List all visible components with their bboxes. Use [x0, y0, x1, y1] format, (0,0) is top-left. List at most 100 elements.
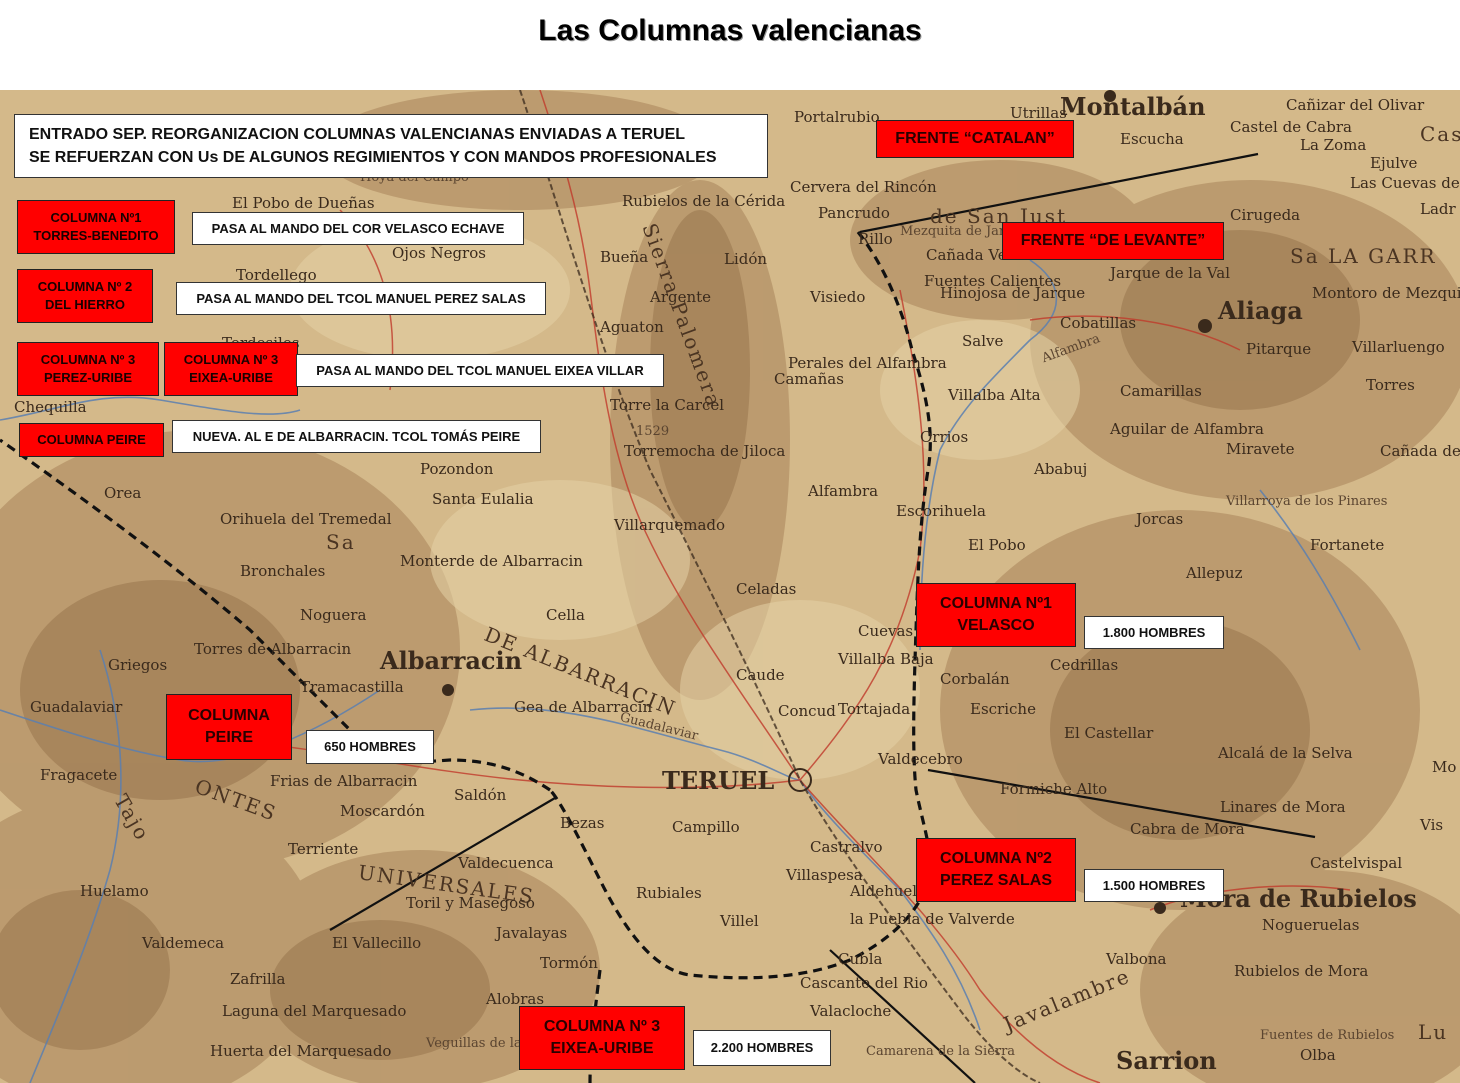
- label-fuentes-rubielos: Fuentes de Rubielos: [1260, 1028, 1395, 1043]
- column-2-perez-salas: COLUMNA Nº2 PEREZ SALAS: [916, 838, 1076, 902]
- label-linares: Linares de Mora: [1220, 798, 1346, 816]
- label-torremocha: Torremocha de Jiloca: [624, 442, 786, 460]
- column-2-perez-salas-title: COLUMNA Nº2: [940, 850, 1052, 868]
- label-buena: Bueña: [600, 248, 649, 266]
- label-mo: Mo: [1432, 758, 1457, 776]
- column-peire-name: PEIRE: [204, 729, 253, 746]
- label-tramacastilla: Tramacastilla: [300, 678, 404, 696]
- label-vis: Vis: [1420, 816, 1444, 834]
- label-castralvo: Castralvo: [810, 838, 883, 856]
- label-cascante: Cascante del Rio: [800, 974, 928, 992]
- header-note-line1: ENTRADO SEP. REORGANIZACION COLUMNAS VAL…: [29, 126, 686, 143]
- label-sierra-sector: Sa: [326, 530, 356, 554]
- label-olba: Olba: [1300, 1046, 1336, 1064]
- label-lidon: Lidón: [724, 250, 768, 268]
- column-3-men: 2.200 HOMBRES: [693, 1030, 831, 1066]
- label-griegos: Griegos: [108, 656, 168, 674]
- label-alcala: Alcalá de la Selva: [1218, 744, 1353, 762]
- label-allepuz: Allepuz: [1186, 564, 1243, 582]
- legend-column-peire-note: NUEVA. AL E DE ALBARRACIN. TCOL TOMÁS PE…: [172, 420, 541, 453]
- label-camarillas: Camarillas: [1120, 382, 1202, 400]
- column-peire-men: 650 HOMBRES: [306, 730, 434, 764]
- label-aguilar: Aguilar de Alfambra: [1110, 420, 1264, 438]
- label-castel-cabra: Castel de Cabra: [1230, 118, 1352, 136]
- label-ejulve: Ejulve: [1370, 154, 1418, 172]
- label-ladr: Ladr: [1420, 200, 1456, 218]
- label-valdecebro: Valdecebro: [878, 750, 963, 768]
- label-sarrion: Sarrion: [1116, 1046, 1217, 1075]
- label-alfambra: Alfambra: [808, 482, 879, 500]
- label-cabra: Cabra de Mora: [1130, 820, 1245, 838]
- label-monterde: Monterde de Albarracin: [400, 552, 583, 570]
- label-cervera: Cervera del Rincón: [790, 178, 937, 196]
- label-la-zoma: La Zoma: [1300, 136, 1367, 154]
- label-aguaton: Aguaton: [600, 318, 664, 336]
- page-title: Las Columnas valencianas: [538, 14, 922, 47]
- label-zafrilla: Zafrilla: [230, 970, 286, 988]
- label-orea: Orea: [104, 484, 142, 502]
- label-lu: Lu: [1418, 1020, 1449, 1044]
- legend-column-2-title: COLUMNA Nº 2: [37, 279, 133, 295]
- label-cedrillas: Cedrillas: [1050, 656, 1119, 674]
- legend-column-3-perez-uribe: COLUMNA Nº 3 PEREZ-URIBE: [17, 342, 159, 396]
- label-bezas: Bezas: [560, 814, 605, 832]
- label-toril: Toril y Masegoso: [406, 894, 535, 912]
- label-cas: Cas: [1420, 122, 1460, 146]
- label-fuentes-calientes: Fuentes Calientes: [924, 272, 1062, 290]
- label-chequilla: Chequilla: [14, 398, 87, 416]
- label-torre-carpel: Torre la Carcel: [610, 396, 725, 414]
- legend-column-3-eixea-uribe: COLUMNA Nº 3 EIXEA-URIBE: [164, 342, 298, 396]
- column-1-velasco-title: COLUMNA Nº1: [940, 595, 1052, 613]
- label-rubielos-cerida: Rubielos de la Cérida: [622, 192, 786, 210]
- label-ojos-negros: Ojos Negros: [392, 244, 486, 262]
- label-canada: Cañada de Benatanduz: [1380, 442, 1460, 460]
- label-escorihuela: Escorihuela: [896, 502, 986, 520]
- label-el-pobo-duenas: El Pobo de Dueñas: [232, 194, 375, 212]
- label-orihuela: Orihuela del Tremedal: [220, 510, 392, 528]
- legend-column-3-note: PASA AL MANDO DEL TCOL MANUEL EIXEA VILL…: [296, 354, 664, 387]
- legend-column-1: COLUMNA Nº1 TORRES-BENEDITO: [17, 200, 175, 254]
- label-fragacete: Fragacete: [40, 766, 118, 784]
- label-campillo: Campillo: [672, 818, 740, 836]
- label-cuevas: Cuevas: [858, 622, 914, 640]
- label-pancrudo: Pancrudo: [818, 204, 890, 222]
- label-noguera: Noguera: [300, 606, 367, 624]
- column-1-velasco: COLUMNA Nº1 VELASCO: [916, 583, 1076, 647]
- label-teruel: TERUEL: [662, 766, 775, 795]
- label-visiedo: Visiedo: [810, 288, 866, 306]
- label-el-pobo: El Pobo: [968, 536, 1026, 554]
- label-villalba-baja: Villalba Baja: [838, 650, 934, 668]
- column-1-velasco-name: VELASCO: [957, 617, 1035, 634]
- legend-column-3b-title: COLUMNA Nº 3: [183, 352, 279, 368]
- header-note-line2: SE REFUERZAN CON Us DE ALGUNOS REGIMIENT…: [29, 149, 717, 167]
- label-moscardon: Moscardón: [340, 802, 425, 820]
- legend-column-1-title: COLUMNA Nº1: [50, 210, 142, 226]
- label-monte-mezquita: Montoro de Mezquita: [1312, 284, 1460, 302]
- legend-column-3a-name: PEREZ-URIBE: [43, 370, 133, 385]
- front-catalan: FRENTE “CATALAN”: [876, 120, 1074, 158]
- label-jorcas: Jorcas: [1136, 510, 1184, 528]
- legend-column-2-note: PASA AL MANDO DEL TCOL MANUEL PEREZ SALA…: [176, 282, 546, 315]
- label-formiche: Formiche Alto: [1000, 780, 1108, 798]
- column-3-eixea-title: COLUMNA Nº 3: [543, 1018, 661, 1036]
- label-corbalan: Corbalán: [940, 670, 1010, 688]
- label-valacloche: Valacloche: [810, 1002, 892, 1020]
- label-valbona: Valbona: [1106, 950, 1167, 968]
- header-note: ENTRADO SEP. REORGANIZACION COLUMNAS VAL…: [14, 114, 768, 178]
- label-pozondon: Pozondon: [420, 460, 494, 478]
- label-nogueruelas: Nogueruelas: [1262, 916, 1360, 934]
- label-aldehuela: Aldehuela: [850, 882, 927, 900]
- label-escucha: Escucha: [1120, 130, 1184, 148]
- legend-column-3b-name: EIXEA-URIBE: [189, 370, 273, 385]
- legend-column-1-name: TORRES-BENEDITO: [33, 228, 159, 243]
- column-peire-title: COLUMNA: [188, 707, 270, 725]
- column-3-eixea-uribe: COLUMNA Nº 3 EIXEA-URIBE: [519, 1006, 685, 1070]
- column-1-men: 1.800 HOMBRES: [1084, 616, 1224, 649]
- label-el-vallecillo: El Vallecillo: [332, 934, 422, 952]
- label-torres: Torres de Albarracin: [194, 640, 352, 658]
- legend-column-2: COLUMNA Nº 2 DEL HIERRO: [17, 269, 153, 323]
- label-fortanete: Fortanete: [1310, 536, 1385, 554]
- label-salve: Salve: [962, 332, 1004, 350]
- legend-column-peire: COLUMNA PEIRE: [19, 423, 164, 457]
- label-guadalaviar: Guadalaviar: [30, 698, 123, 716]
